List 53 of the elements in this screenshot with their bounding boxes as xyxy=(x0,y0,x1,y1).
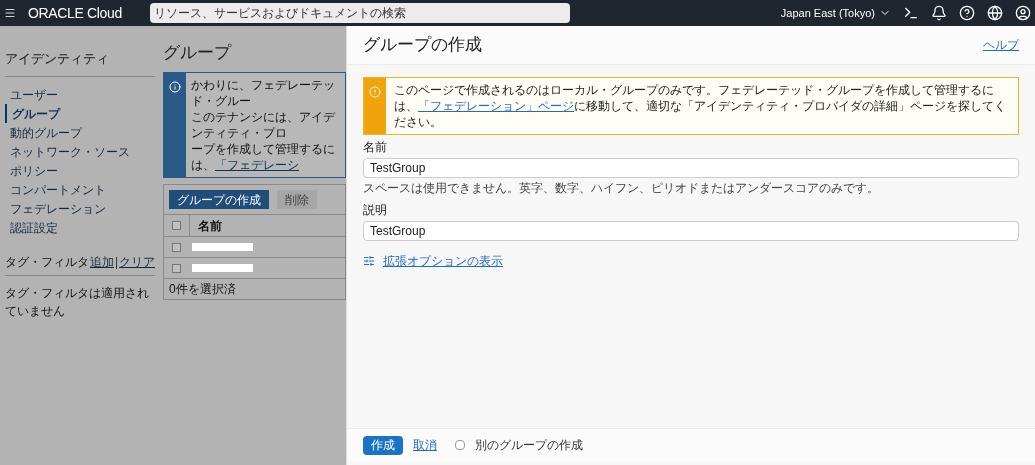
federation-link[interactable]: 「フェデレーシ xyxy=(215,158,299,172)
sidebar-item[interactable]: ユーザー xyxy=(5,85,155,104)
add-link[interactable]: 追加 xyxy=(89,253,114,271)
warning-icon xyxy=(369,86,381,98)
page-title: グループ xyxy=(163,42,233,64)
sidebar-item[interactable]: ポリシー xyxy=(5,161,155,180)
search-field[interactable]: リソース、サービスおよびドキュメントの検索 xyxy=(150,3,570,23)
info-text: このテナンシには、アイデンティティ・プロ xyxy=(191,109,336,141)
text-input[interactable]: TestGroup xyxy=(363,158,1019,178)
options-icon xyxy=(363,255,375,267)
brand-logo[interactable]: ORACLE Cloud xyxy=(28,2,138,24)
notification-icon[interactable] xyxy=(931,5,947,21)
redacted-block xyxy=(192,243,253,251)
language-icon[interactable] xyxy=(987,5,1003,21)
advanced-options-link[interactable]: 拡張オプションの表示 xyxy=(383,252,503,270)
info-title: かわりに、フェデレーテッド・グルー xyxy=(191,77,336,109)
menu-icon[interactable] xyxy=(4,7,16,19)
region-selector[interactable]: Japan East (Tokyo) xyxy=(780,4,891,22)
terminal-icon[interactable] xyxy=(903,5,919,21)
sidebar-item[interactable]: 動的グループ xyxy=(5,123,155,142)
help-icon[interactable] xyxy=(959,5,975,21)
toolbar-button[interactable]: グループの作成 xyxy=(169,190,269,209)
checkbox[interactable] xyxy=(455,440,465,450)
clear-link[interactable]: クリア xyxy=(119,253,155,271)
checkbox[interactable] xyxy=(172,221,181,230)
info-icon xyxy=(169,81,181,93)
field-label: 名前 xyxy=(363,139,388,155)
tag-filter-title: タグ・フィルタ xyxy=(5,254,89,271)
link-separator: | xyxy=(114,254,118,271)
field-label: 説明 xyxy=(363,202,388,218)
sidebar-item[interactable]: コンパートメント xyxy=(5,180,155,199)
info-text: ープを作成して管理するには、「フェデレーシ xyxy=(191,141,336,173)
selection-count: 0件を選択済 xyxy=(164,278,345,299)
panel-title: グループの作成 xyxy=(363,34,482,57)
redacted-block xyxy=(192,264,253,272)
create-button[interactable]: 作成 xyxy=(363,435,403,455)
sidebar-item[interactable]: フェデレーション xyxy=(5,199,155,218)
tag-filter-empty-text: タグ・フィルタは適用されていません xyxy=(5,285,150,320)
sidebar-title: アイデンティティ xyxy=(5,42,155,77)
field-hint: スペースは使用できません。英字、数字、ハイフン、ピリオドまたはアンダースコアのみです。 xyxy=(363,180,880,196)
text-input[interactable]: TestGroup xyxy=(363,221,1019,241)
sidebar-item[interactable]: ネットワーク・ソース xyxy=(5,142,155,161)
column-header: 名前 xyxy=(189,215,222,236)
row-checkbox[interactable] xyxy=(172,242,181,252)
row-checkbox[interactable] xyxy=(172,263,181,273)
profile-icon[interactable] xyxy=(1015,5,1031,21)
federation-page-link[interactable]: 「フェデレーション」ページ xyxy=(418,99,574,113)
help-link[interactable]: ヘルプ xyxy=(983,36,1019,54)
warning-text: このページで作成されるのはローカル・グループのみです。フェデレーテッド・グループを作成して管理するには、「フェデレーション」ページに移動して、適切な「アイデンティティ・プロバイダの詳細」ページを探してください。 xyxy=(393,82,1007,131)
sidebar-item[interactable]: グループ xyxy=(5,104,155,123)
checkbox-label: 別のグループの作成 xyxy=(475,437,583,454)
sidebar-item[interactable]: 認証設定 xyxy=(5,218,155,237)
cancel-link[interactable]: 取消 xyxy=(413,436,437,454)
